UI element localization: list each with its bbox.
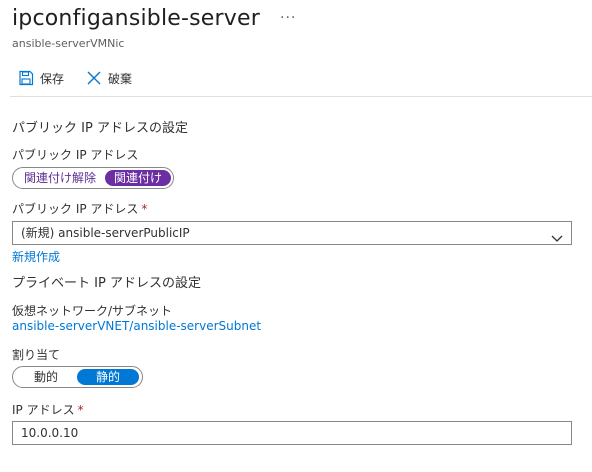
public-ip-association-toggle[interactable]: 関連付け解除 関連付け bbox=[12, 167, 175, 189]
discard-label: 破棄 bbox=[108, 71, 133, 86]
assignment-toggle[interactable]: 動的 静的 bbox=[12, 366, 143, 388]
assignment-option-static[interactable]: 静的 bbox=[77, 369, 139, 385]
public-ip-section-heading: パブリック IP アドレスの設定 bbox=[12, 121, 188, 136]
public-ip-toggle-label: パブリック IP アドレス bbox=[12, 148, 139, 162]
toolbar-divider bbox=[10, 96, 592, 97]
private-ip-section-heading: プライベート IP アドレスの設定 bbox=[12, 276, 201, 291]
save-label: 保存 bbox=[40, 71, 65, 86]
discard-icon bbox=[86, 70, 102, 86]
vnet-subnet-link[interactable]: ansible-serverVNET/ansible-serverSubnet bbox=[12, 319, 261, 333]
save-icon bbox=[18, 70, 34, 86]
page-title: ipconfigansible-server bbox=[12, 6, 260, 31]
create-new-public-ip-link[interactable]: 新規作成 bbox=[12, 248, 60, 265]
public-ip-select-label: パブリック IP アドレス * bbox=[12, 200, 147, 217]
required-indicator: * bbox=[77, 403, 84, 417]
page-subtitle: ansible-serverVMNic bbox=[12, 37, 125, 50]
save-button[interactable]: 保存 bbox=[18, 66, 64, 90]
toggle-option-associate[interactable]: 関連付け bbox=[105, 170, 172, 186]
ip-address-value: 10.0.0.10 bbox=[21, 426, 79, 440]
toggle-option-disassociate[interactable]: 関連付け解除 bbox=[15, 170, 105, 186]
chevron-down-icon bbox=[551, 228, 563, 250]
ip-address-label: IP アドレス * bbox=[12, 401, 84, 418]
ip-address-input[interactable]: 10.0.0.10 bbox=[12, 421, 572, 445]
vnet-subnet-label: 仮想ネットワーク/サブネット bbox=[12, 304, 173, 318]
public-ip-select[interactable]: (新規) ansible-serverPublicIP bbox=[12, 221, 572, 245]
ip-address-label-text: IP アドレス bbox=[12, 403, 75, 417]
required-indicator: * bbox=[141, 202, 148, 216]
public-ip-select-label-text: パブリック IP アドレス bbox=[12, 202, 139, 216]
discard-button[interactable]: 破棄 bbox=[86, 66, 132, 90]
assignment-option-dynamic[interactable]: 動的 bbox=[15, 369, 77, 385]
more-options-button[interactable]: ··· bbox=[280, 10, 296, 26]
assignment-label: 割り当て bbox=[12, 348, 61, 362]
public-ip-select-value: (新規) ansible-serverPublicIP bbox=[21, 226, 190, 240]
